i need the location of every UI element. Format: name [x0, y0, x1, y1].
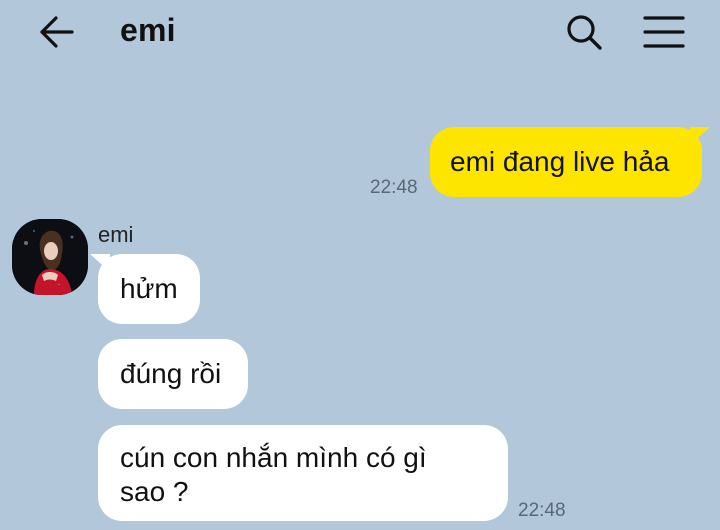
message-text-line: cún con nhắn mình có gì — [120, 442, 427, 473]
message-text: hửm — [120, 273, 178, 304]
message-timestamp: 22:48 — [518, 500, 566, 521]
message-text-line: sao ? — [120, 476, 189, 507]
menu-button[interactable] — [640, 12, 688, 52]
search-icon — [567, 15, 602, 50]
incoming-message-bubble[interactable]: đúng rồi — [98, 339, 248, 409]
back-button[interactable] — [36, 12, 80, 52]
message-timestamp: 22:48 — [370, 177, 418, 198]
sender-name: emi — [98, 222, 134, 247]
message-text: đúng rồi — [120, 358, 222, 389]
incoming-message-bubble[interactable]: hửm — [98, 254, 200, 324]
message-text: emi đang live hảa — [450, 146, 670, 177]
hamburger-menu-icon — [643, 16, 685, 48]
chat-title: emi — [120, 12, 176, 48]
sender-avatar[interactable]: · — [12, 219, 88, 295]
incoming-message-bubble[interactable]: cún con nhắn mình có gì sao ? — [98, 425, 508, 521]
svg-text:·: · — [58, 282, 60, 289]
search-button[interactable] — [562, 10, 606, 54]
avatar-photo: · — [12, 219, 88, 295]
outgoing-message-bubble[interactable]: emi đang live hảa — [430, 127, 702, 197]
arrow-left-icon — [40, 16, 74, 48]
chat-screen: emi emi đang live hảa 22:48 · emi hửm đú… — [0, 0, 720, 530]
chat-header: emi — [0, 0, 720, 66]
